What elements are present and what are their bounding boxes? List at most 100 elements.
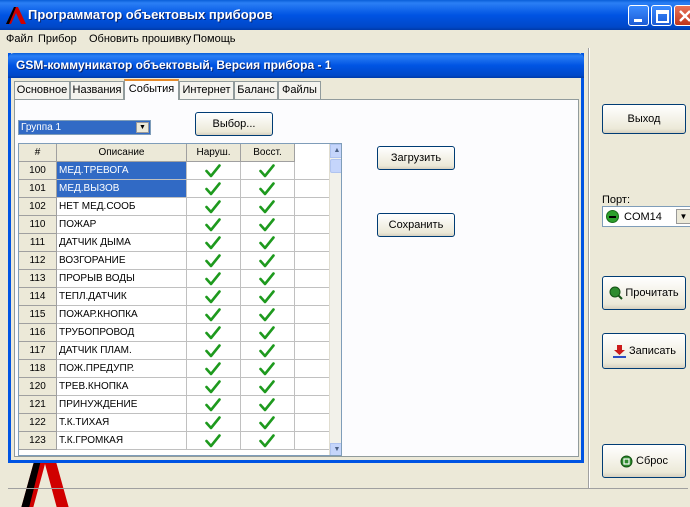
event-description-cell[interactable]: ДАТЧИК ДЫМА [57, 234, 187, 252]
violation-check-cell[interactable] [187, 414, 241, 432]
restore-check-cell[interactable] [241, 216, 295, 234]
exit-button[interactable]: Выход [602, 104, 686, 134]
chevron-down-icon[interactable]: ▼ [676, 209, 690, 224]
row-number[interactable]: 110 [19, 216, 57, 234]
tab-balance[interactable]: Баланс [234, 81, 278, 99]
event-description-cell[interactable]: ПОЖАР.КНОПКА [57, 306, 187, 324]
row-number[interactable]: 118 [19, 360, 57, 378]
dialog-titlebar[interactable]: GSM-коммуникатор объектовый, Версия приб… [8, 53, 584, 78]
restore-check-cell[interactable] [241, 306, 295, 324]
restore-check-cell[interactable] [241, 288, 295, 306]
reset-button[interactable]: Сброс [602, 444, 686, 478]
violation-check-cell[interactable] [187, 270, 241, 288]
event-description-cell[interactable]: ДАТЧИК ПЛАМ. [57, 342, 187, 360]
tab-main[interactable]: Основное [14, 81, 70, 99]
column-header-number[interactable]: # [19, 144, 57, 162]
row-number[interactable]: 113 [19, 270, 57, 288]
row-number[interactable]: 116 [19, 324, 57, 342]
restore-check-cell[interactable] [241, 360, 295, 378]
column-header-description[interactable]: Описание [57, 144, 187, 162]
violation-check-cell[interactable] [187, 198, 241, 216]
restore-check-cell[interactable] [241, 414, 295, 432]
filler-cell [295, 396, 329, 414]
event-description-cell[interactable]: ВОЗГОРАНИЕ [57, 252, 187, 270]
row-number[interactable]: 101 [19, 180, 57, 198]
tab-events[interactable]: События [124, 79, 179, 100]
event-description-cell[interactable]: Т.К.ГРОМКАЯ [57, 432, 187, 450]
scroll-up-icon[interactable]: ▲ [330, 144, 341, 158]
restore-check-cell[interactable] [241, 342, 295, 360]
violation-check-cell[interactable] [187, 324, 241, 342]
violation-check-cell[interactable] [187, 342, 241, 360]
row-number[interactable]: 117 [19, 342, 57, 360]
row-number[interactable]: 111 [19, 234, 57, 252]
violation-check-cell[interactable] [187, 162, 241, 180]
violation-check-cell[interactable] [187, 360, 241, 378]
port-select[interactable]: COM14 ▼ [602, 206, 690, 227]
row-number[interactable]: 115 [19, 306, 57, 324]
row-number[interactable]: 100 [19, 162, 57, 180]
violation-check-cell[interactable] [187, 306, 241, 324]
restore-check-cell[interactable] [241, 324, 295, 342]
maximize-button[interactable] [651, 5, 672, 26]
row-number[interactable]: 114 [19, 288, 57, 306]
load-button[interactable]: Загрузить [377, 146, 455, 170]
violation-check-cell[interactable] [187, 396, 241, 414]
row-number[interactable]: 122 [19, 414, 57, 432]
save-button[interactable]: Сохранить [377, 213, 455, 237]
row-number[interactable]: 123 [19, 432, 57, 450]
violation-check-cell[interactable] [187, 432, 241, 450]
restore-check-cell[interactable] [241, 198, 295, 216]
chevron-down-icon[interactable]: ▼ [136, 122, 149, 133]
scroll-thumb[interactable] [330, 159, 341, 173]
row-number[interactable]: 121 [19, 396, 57, 414]
restore-check-cell[interactable] [241, 234, 295, 252]
violation-check-cell[interactable] [187, 234, 241, 252]
tab-files[interactable]: Файлы [278, 81, 321, 99]
violation-check-cell[interactable] [187, 216, 241, 234]
event-description-cell[interactable]: ПОЖАР [57, 216, 187, 234]
event-description-cell[interactable]: МЕД.ТРЕВОГА [57, 162, 187, 180]
violation-check-cell[interactable] [187, 288, 241, 306]
group-select[interactable]: Группа 1 ▼ [18, 120, 151, 135]
row-number[interactable]: 102 [19, 198, 57, 216]
menu-device[interactable]: Прибор [38, 33, 77, 45]
read-button[interactable]: Прочитать [602, 276, 686, 310]
restore-check-cell[interactable] [241, 396, 295, 414]
scroll-down-icon[interactable]: ▼ [330, 443, 341, 455]
restore-check-cell[interactable] [241, 252, 295, 270]
event-description-cell[interactable]: ПРИНУЖДЕНИЕ [57, 396, 187, 414]
event-description-cell[interactable]: ПОЖ.ПРЕДУПР. [57, 360, 187, 378]
menu-help[interactable]: Помощь [193, 33, 236, 45]
select-button[interactable]: Выбор... [195, 112, 273, 136]
row-number[interactable]: 120 [19, 378, 57, 396]
restore-check-cell[interactable] [241, 432, 295, 450]
tab-internet[interactable]: Интернет [179, 81, 234, 99]
event-description-cell[interactable]: НЕТ МЕД.СООБ [57, 198, 187, 216]
event-description-cell[interactable]: ТЕПЛ.ДАТЧИК [57, 288, 187, 306]
restore-check-cell[interactable] [241, 270, 295, 288]
violation-check-cell[interactable] [187, 252, 241, 270]
menu-update-firmware[interactable]: Обновить прошивку [89, 33, 191, 45]
vertical-scrollbar[interactable]: ▲ ▼ [329, 144, 341, 455]
row-number[interactable]: 112 [19, 252, 57, 270]
menu-file[interactable]: Файл [6, 33, 33, 45]
minimize-button[interactable] [628, 5, 649, 26]
event-description-cell[interactable]: Т.К.ТИХАЯ [57, 414, 187, 432]
column-header-restore[interactable]: Восст. [241, 144, 295, 162]
event-description-cell[interactable]: МЕД.ВЫЗОВ [57, 180, 187, 198]
restore-check-cell[interactable] [241, 180, 295, 198]
filler-cell [295, 162, 329, 180]
violation-check-cell[interactable] [187, 378, 241, 396]
tab-names[interactable]: Названия [70, 81, 124, 99]
main-titlebar[interactable]: Программатор объектовых приборов [0, 0, 690, 30]
restore-check-cell[interactable] [241, 162, 295, 180]
violation-check-cell[interactable] [187, 180, 241, 198]
event-description-cell[interactable]: ТРУБОПРОВОД [57, 324, 187, 342]
event-description-cell[interactable]: ТРЕВ.КНОПКА [57, 378, 187, 396]
close-button[interactable] [674, 5, 690, 26]
event-description-cell[interactable]: ПРОРЫВ ВОДЫ [57, 270, 187, 288]
write-button[interactable]: Записать [602, 333, 686, 369]
column-header-violation[interactable]: Наруш. [187, 144, 241, 162]
restore-check-cell[interactable] [241, 378, 295, 396]
